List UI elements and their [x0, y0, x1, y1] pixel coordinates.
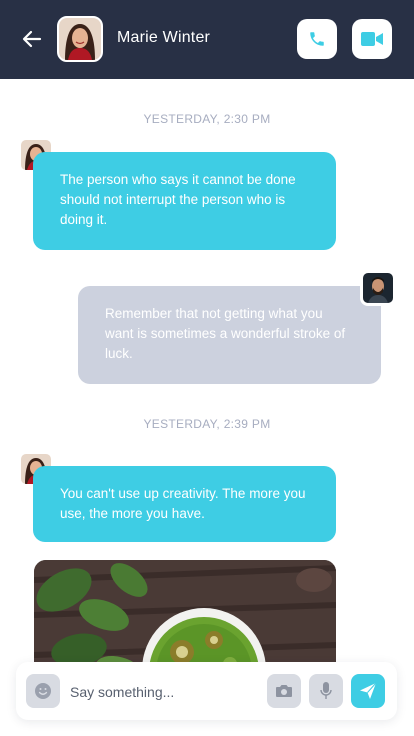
microphone-icon: [320, 682, 332, 699]
message-input[interactable]: [68, 678, 262, 706]
call-button[interactable]: [297, 19, 337, 59]
camera-button[interactable]: [267, 674, 301, 708]
video-camera-icon: [361, 32, 383, 46]
user-avatar-small[interactable]: [360, 270, 396, 306]
back-button[interactable]: [18, 26, 46, 52]
arrow-left-icon: [22, 30, 42, 48]
message-text: The person who says it cannot be done sh…: [60, 172, 296, 227]
timestamp: YESTERDAY, 2:39 PM: [143, 417, 271, 431]
message-text: Remember that not getting what you want …: [105, 306, 346, 361]
phone-icon: [310, 32, 324, 46]
message-composer: [16, 662, 397, 720]
chat-header: Marie Winter: [0, 0, 414, 79]
message-text: You can't use up creativity. The more yo…: [60, 486, 306, 521]
microphone-button[interactable]: [309, 674, 343, 708]
message-bubble-outgoing[interactable]: Remember that not getting what you want …: [78, 286, 381, 384]
message-bubble-incoming[interactable]: You can't use up creativity. The more yo…: [33, 466, 336, 542]
paper-plane-icon: [360, 682, 377, 699]
timestamp: YESTERDAY, 2:30 PM: [143, 112, 271, 126]
video-call-button[interactable]: [352, 19, 392, 59]
contact-name: Marie Winter: [117, 29, 211, 46]
emoji-button[interactable]: [26, 674, 60, 708]
contact-avatar[interactable]: [57, 16, 103, 62]
camera-icon: [276, 685, 292, 697]
message-bubble-incoming[interactable]: The person who says it cannot be done sh…: [33, 152, 336, 250]
send-button[interactable]: [351, 674, 385, 708]
smiley-icon: [35, 683, 51, 699]
